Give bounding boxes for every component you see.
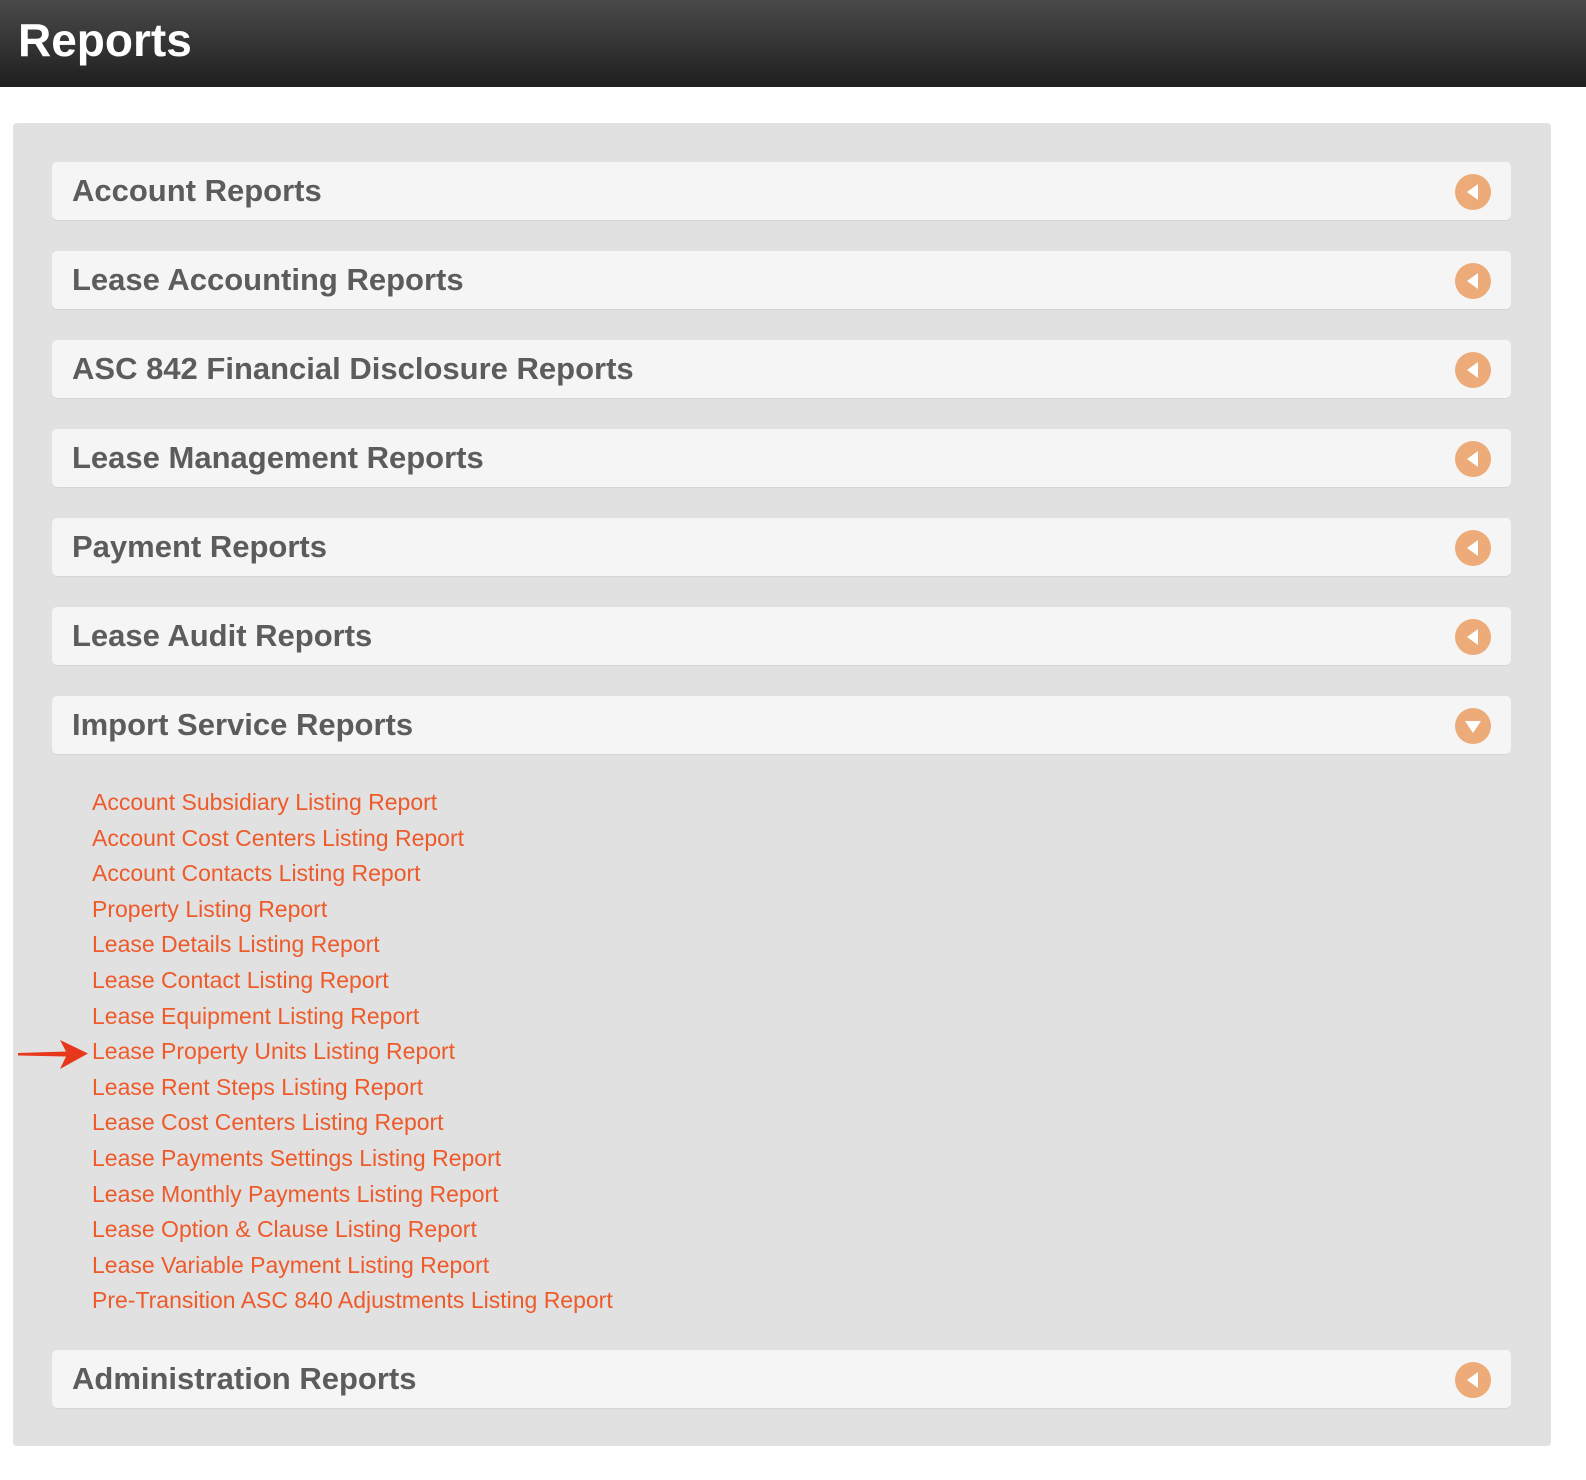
- section-lease-accounting-reports[interactable]: Lease Accounting Reports: [52, 251, 1511, 309]
- list-item: Account Subsidiary Listing Report: [92, 785, 613, 821]
- report-link[interactable]: Lease Contact Listing Report: [92, 967, 389, 993]
- section-lease-audit-reports[interactable]: Lease Audit Reports: [52, 607, 1511, 665]
- report-link[interactable]: Property Listing Report: [92, 896, 327, 922]
- list-item: Lease Cost Centers Listing Report: [92, 1105, 613, 1141]
- section-title: Administration Reports: [72, 1361, 417, 1396]
- red-arrow-icon: [18, 1040, 88, 1069]
- caret-down-icon[interactable]: [1455, 708, 1491, 744]
- list-item: Lease Monthly Payments Listing Report: [92, 1177, 613, 1213]
- list-item: Lease Contact Listing Report: [92, 963, 613, 999]
- list-item: Lease Details Listing Report: [92, 927, 613, 963]
- section-payment-reports[interactable]: Payment Reports: [52, 518, 1511, 576]
- report-link-lease-property-units[interactable]: Lease Property Units Listing Report: [92, 1038, 455, 1064]
- list-item: Lease Payments Settings Listing Report: [92, 1141, 613, 1177]
- section-account-reports[interactable]: Account Reports: [52, 162, 1511, 220]
- section-title: Lease Audit Reports: [72, 618, 373, 653]
- section-title: Lease Accounting Reports: [72, 262, 464, 297]
- caret-left-icon[interactable]: [1455, 619, 1491, 655]
- report-link[interactable]: Lease Option & Clause Listing Report: [92, 1216, 477, 1242]
- list-item: Pre-Transition ASC 840 Adjustments Listi…: [92, 1283, 613, 1319]
- list-item: Account Cost Centers Listing Report: [92, 821, 613, 857]
- list-item: Lease Equipment Listing Report: [92, 999, 613, 1035]
- section-title: ASC 842 Financial Disclosure Reports: [72, 351, 634, 386]
- caret-left-icon[interactable]: [1455, 441, 1491, 477]
- report-link[interactable]: Account Contacts Listing Report: [92, 860, 421, 886]
- report-link[interactable]: Pre-Transition ASC 840 Adjustments Listi…: [92, 1287, 613, 1313]
- report-link[interactable]: Lease Cost Centers Listing Report: [92, 1109, 444, 1135]
- list-item: Property Listing Report: [92, 892, 613, 928]
- report-link[interactable]: Lease Variable Payment Listing Report: [92, 1252, 489, 1278]
- import-service-report-list: Account Subsidiary Listing Report Accoun…: [92, 785, 613, 1319]
- top-bar: Reports: [0, 0, 1586, 87]
- section-title: Account Reports: [72, 173, 322, 208]
- section-lease-management-reports[interactable]: Lease Management Reports: [52, 429, 1511, 487]
- list-item: Lease Rent Steps Listing Report: [92, 1070, 613, 1106]
- list-item: Lease Variable Payment Listing Report: [92, 1248, 613, 1284]
- section-administration-reports[interactable]: Administration Reports: [52, 1350, 1511, 1408]
- caret-left-icon[interactable]: [1455, 174, 1491, 210]
- section-title: Payment Reports: [72, 529, 327, 564]
- list-item: Account Contacts Listing Report: [92, 856, 613, 892]
- section-title: Lease Management Reports: [72, 440, 484, 475]
- caret-left-icon[interactable]: [1455, 1362, 1491, 1398]
- caret-left-icon[interactable]: [1455, 530, 1491, 566]
- page-title: Reports: [18, 14, 192, 66]
- section-import-service-reports[interactable]: Import Service Reports: [52, 696, 1511, 754]
- report-link[interactable]: Lease Monthly Payments Listing Report: [92, 1181, 499, 1207]
- list-item: Lease Property Units Listing Report: [92, 1034, 613, 1070]
- report-link[interactable]: Lease Details Listing Report: [92, 931, 380, 957]
- report-link[interactable]: Account Subsidiary Listing Report: [92, 789, 437, 815]
- section-title: Import Service Reports: [72, 707, 414, 742]
- report-link[interactable]: Lease Equipment Listing Report: [92, 1003, 419, 1029]
- section-asc-842-reports[interactable]: ASC 842 Financial Disclosure Reports: [52, 340, 1511, 398]
- report-link[interactable]: Account Cost Centers Listing Report: [92, 825, 464, 851]
- caret-left-icon[interactable]: [1455, 263, 1491, 299]
- report-link[interactable]: Lease Payments Settings Listing Report: [92, 1145, 501, 1171]
- report-link[interactable]: Lease Rent Steps Listing Report: [92, 1074, 423, 1100]
- caret-left-icon[interactable]: [1455, 352, 1491, 388]
- list-item: Lease Option & Clause Listing Report: [92, 1212, 613, 1248]
